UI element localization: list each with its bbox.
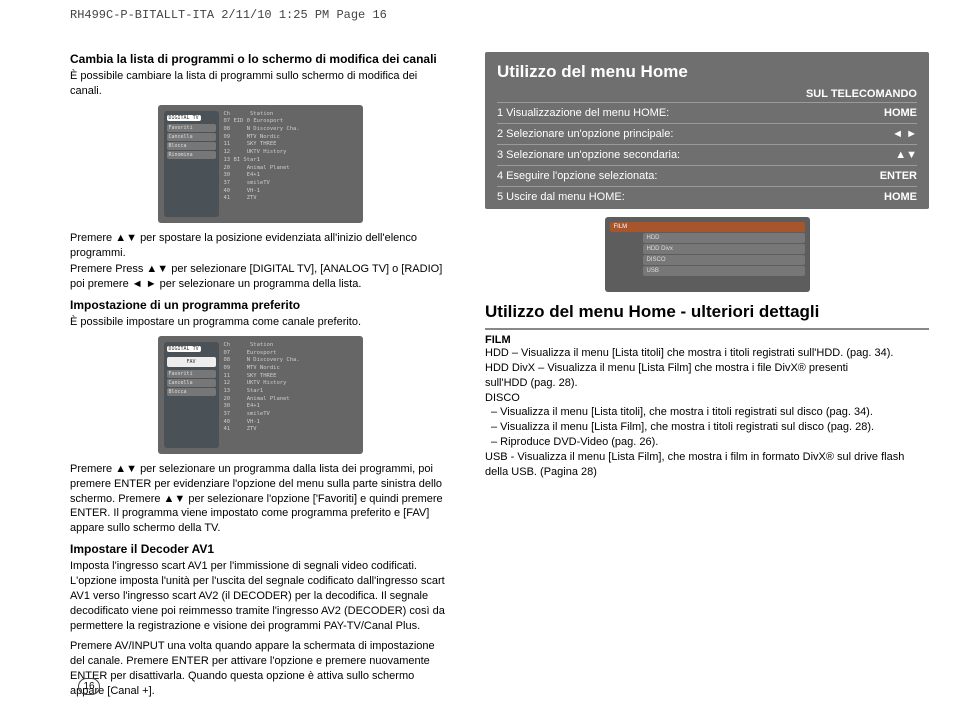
page-content: Cambia la lista di programmi o lo scherm…	[0, 22, 959, 701]
menu-disco: DISCO	[643, 255, 805, 265]
para-4: Imposta l'ingresso scart AV1 per l'immis…	[70, 559, 450, 633]
page-header: RH499C-P-BITALLT-ITA 2/11/10 1:25 PM Pag…	[0, 0, 959, 22]
screenshot-1: DIGITAL TV Favoriti Cancella Blocca Rino…	[158, 105, 363, 223]
screenshot-2: DIGITAL TV FAV Favoriti Cancella Blocca …	[158, 336, 363, 454]
right-column: Utilizzo del menu Home SUL TELECOMANDO 1…	[485, 52, 929, 701]
home-row-1: 1 Visualizzazione del menu HOME:HOME	[497, 102, 917, 123]
scr2-digital-label: DIGITAL TV	[167, 346, 201, 352]
scr1-rename: Rinomina	[167, 151, 216, 159]
scr1-digital-label: DIGITAL TV	[167, 115, 201, 121]
home-row-3: 3 Selezionare un'opzione secondaria:▲▼	[497, 144, 917, 165]
detail-l7: USB - Visualizza il menu [Lista Film], c…	[485, 450, 929, 480]
para-5: Premere AV/INPUT una volta quando appare…	[70, 639, 450, 698]
home-menu-box: Utilizzo del menu Home SUL TELECOMANDO 1…	[485, 52, 929, 209]
scr2-b0: Favoriti	[167, 370, 216, 378]
menu-film: FILM	[610, 222, 805, 232]
menu-hdd-divx: HDD Divx	[643, 244, 805, 254]
home-subtitle: SUL TELECOMANDO	[497, 88, 917, 100]
home-row-2: 2 Selezionare un'opzione principale:◄ ►	[497, 123, 917, 144]
detail-l3: DISCO	[485, 391, 929, 406]
home-title: Utilizzo del menu Home	[497, 62, 917, 82]
left-column: Cambia la lista di programmi o lo scherm…	[70, 52, 450, 701]
detail-l6: – Riproduce DVD-Video (pag. 26).	[485, 435, 929, 450]
scr1-del: Cancella	[167, 133, 216, 141]
detail-l2a: HDD DivX – Visualizza il menu [Lista Fil…	[485, 361, 929, 376]
scr2-b1: Cancella	[167, 379, 216, 387]
menu-usb: USB	[643, 266, 805, 276]
intro-2: È possibile impostare un programma come …	[70, 315, 450, 330]
home-row-4: 4 Eseguire l'opzione selezionata:ENTER	[497, 165, 917, 186]
scr2-b2: Blocca	[167, 388, 216, 396]
section-title-1: Cambia la lista di programmi o lo scherm…	[70, 52, 450, 66]
detail-l2b: sull'HDD (pag. 28).	[485, 376, 929, 391]
section-title-3: Impostare il Decoder AV1	[70, 542, 450, 556]
details-box: FILM HDD – Visualizza il menu [Lista tit…	[485, 328, 929, 480]
section-title-2: Impostazione di un programma preferito	[70, 298, 450, 312]
detail-l4: – Visualizza il menu [Lista titoli], che…	[485, 405, 929, 420]
page-number: 16	[78, 678, 100, 695]
scr1-lock: Blocca	[167, 142, 216, 150]
para-2b: Premere Press ▲▼ per selezionare [DIGITA…	[70, 262, 450, 292]
scr1-fav: Favoriti	[167, 124, 216, 132]
scr1-h2: Station	[250, 111, 273, 117]
details-title: Utilizzo del menu Home - ulteriori detta…	[485, 302, 929, 322]
detail-l5: – Visualizza il menu [Lista Film], che m…	[485, 420, 929, 435]
intro-1: È possibile cambiare la lista di program…	[70, 69, 450, 99]
home-row-5: 5 Uscire dal menu HOME:HOME	[497, 186, 917, 207]
menu-screenshot: FILM HDD HDD Divx DISCO USB	[605, 217, 810, 292]
detail-l1: HDD – Visualizza il menu [Lista titoli] …	[485, 346, 929, 361]
para-2a: Premere ▲▼ per spostare la posizione evi…	[70, 231, 450, 261]
para-3: Premere ▲▼ per selezionare un programma …	[70, 462, 450, 536]
menu-hdd: HDD	[643, 233, 805, 243]
scr2-fav: FAV	[167, 357, 216, 367]
film-label: FILM	[485, 334, 929, 346]
scr1-h1: Ch	[224, 111, 231, 117]
